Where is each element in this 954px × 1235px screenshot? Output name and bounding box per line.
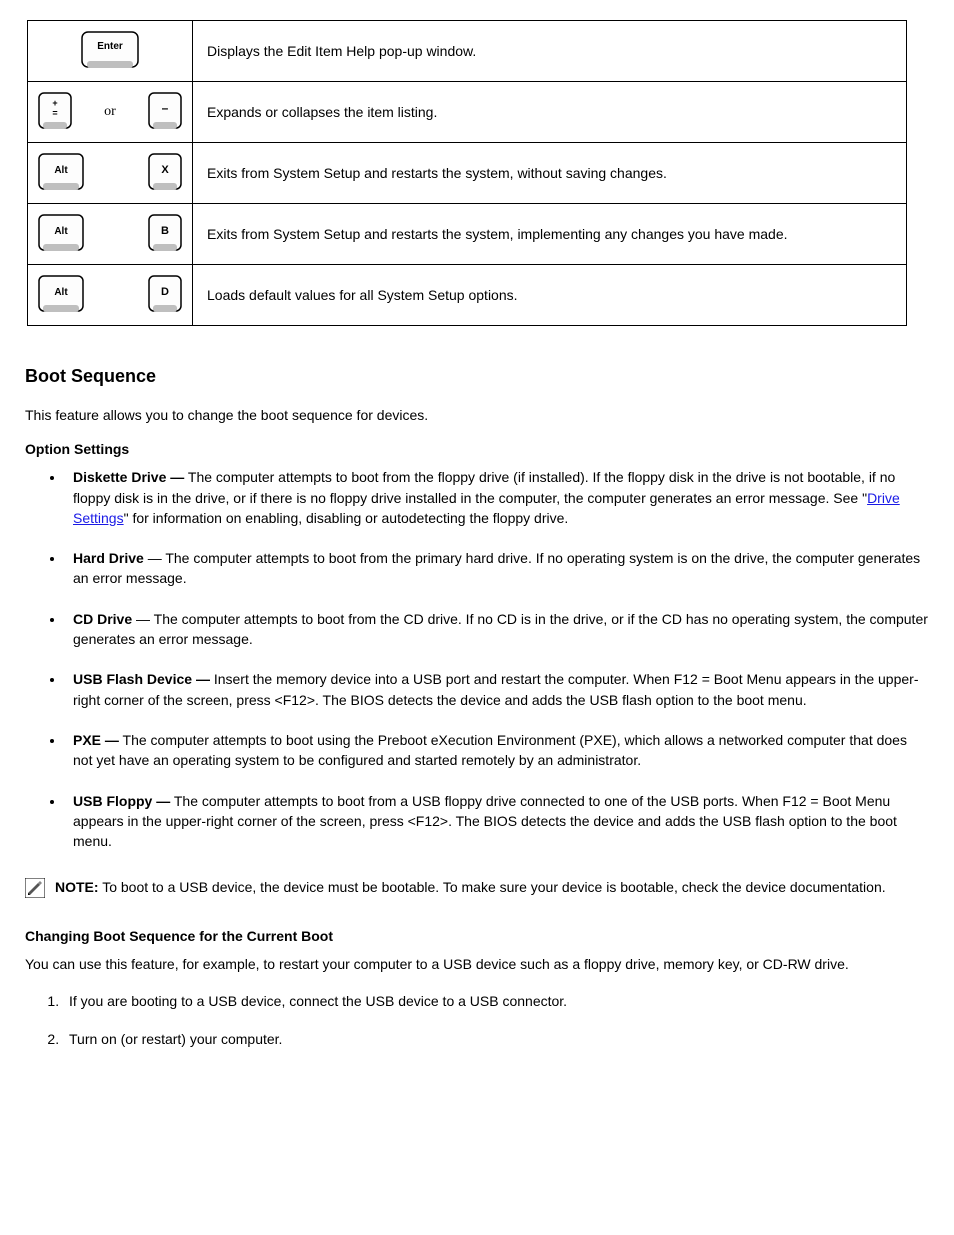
list-item: Turn on (or restart) your computer.	[63, 1029, 929, 1049]
alt-key-icon: Alt	[38, 275, 84, 315]
or-text: or	[104, 104, 116, 120]
description-cell: Displays the Edit Item Help pop-up windo…	[193, 21, 907, 82]
list-item: If you are booting to a USB device, conn…	[63, 991, 929, 1011]
svg-text:=: =	[52, 108, 57, 118]
key-cell: + = or –	[28, 82, 193, 143]
list-item: USB Floppy — The computer attempts to bo…	[65, 791, 929, 852]
instructions-title: Changing Boot Sequence for the Current B…	[25, 928, 929, 944]
key-cell: Enter	[28, 21, 193, 82]
svg-text:Enter: Enter	[97, 41, 123, 52]
alt-key-icon: Alt	[38, 214, 84, 254]
section-title: Boot Sequence	[25, 366, 929, 387]
note-label: NOTE:	[55, 879, 99, 895]
steps-list: If you are booting to a USB device, conn…	[25, 991, 929, 1050]
list-item: PXE — The computer attempts to boot usin…	[65, 730, 929, 771]
table-row: Enter Displays the Edit Item Help pop-up…	[28, 21, 907, 82]
table-row: Alt D Loads default values for all Syste…	[28, 265, 907, 326]
table-row: Alt X Exits from System Setup and restar…	[28, 143, 907, 204]
list-item: USB Flash Device — Insert the memory dev…	[65, 669, 929, 710]
instructions-paragraph: You can use this feature, for example, t…	[25, 954, 929, 974]
table-row: + = or – Expands or collapses the item l…	[28, 82, 907, 143]
svg-text:X: X	[161, 164, 169, 176]
plus-equals-key-icon: + =	[38, 92, 72, 132]
alt-key-icon: Alt	[38, 153, 84, 193]
table-row: Alt B Exits from System Setup and restar…	[28, 204, 907, 265]
enter-key-icon: Enter	[81, 31, 139, 71]
key-cell: Alt B	[28, 204, 193, 265]
b-key-icon: B	[148, 214, 182, 254]
note-pencil-icon	[25, 878, 45, 898]
note-block: NOTE: To boot to a USB device, the devic…	[25, 877, 929, 898]
list-item: Diskette Drive — The computer attempts t…	[65, 467, 929, 528]
svg-text:Alt: Alt	[54, 165, 68, 176]
description-cell: Exits from System Setup and restarts the…	[193, 204, 907, 265]
d-key-icon: D	[148, 275, 182, 315]
svg-text:–: –	[162, 101, 169, 115]
options-subtitle: Option Settings	[25, 441, 929, 457]
section-intro: This feature allows you to change the bo…	[25, 405, 929, 425]
svg-text:+: +	[52, 98, 57, 108]
svg-text:B: B	[161, 225, 169, 237]
description-cell: Exits from System Setup and restarts the…	[193, 143, 907, 204]
keyboard-shortcuts-table: Enter Displays the Edit Item Help pop-up…	[27, 20, 907, 326]
list-item: Hard Drive — The computer attempts to bo…	[65, 548, 929, 589]
minus-key-icon: –	[148, 92, 182, 132]
x-key-icon: X	[148, 153, 182, 193]
option-settings-list: Diskette Drive — The computer attempts t…	[25, 467, 929, 851]
description-cell: Expands or collapses the item listing.	[193, 82, 907, 143]
key-cell: Alt D	[28, 265, 193, 326]
svg-text:Alt: Alt	[54, 287, 68, 298]
note-text: To boot to a USB device, the device must…	[99, 879, 886, 895]
key-cell: Alt X	[28, 143, 193, 204]
description-cell: Loads default values for all System Setu…	[193, 265, 907, 326]
list-item: CD Drive — The computer attempts to boot…	[65, 609, 929, 650]
svg-text:D: D	[161, 286, 169, 298]
svg-text:Alt: Alt	[54, 226, 68, 237]
